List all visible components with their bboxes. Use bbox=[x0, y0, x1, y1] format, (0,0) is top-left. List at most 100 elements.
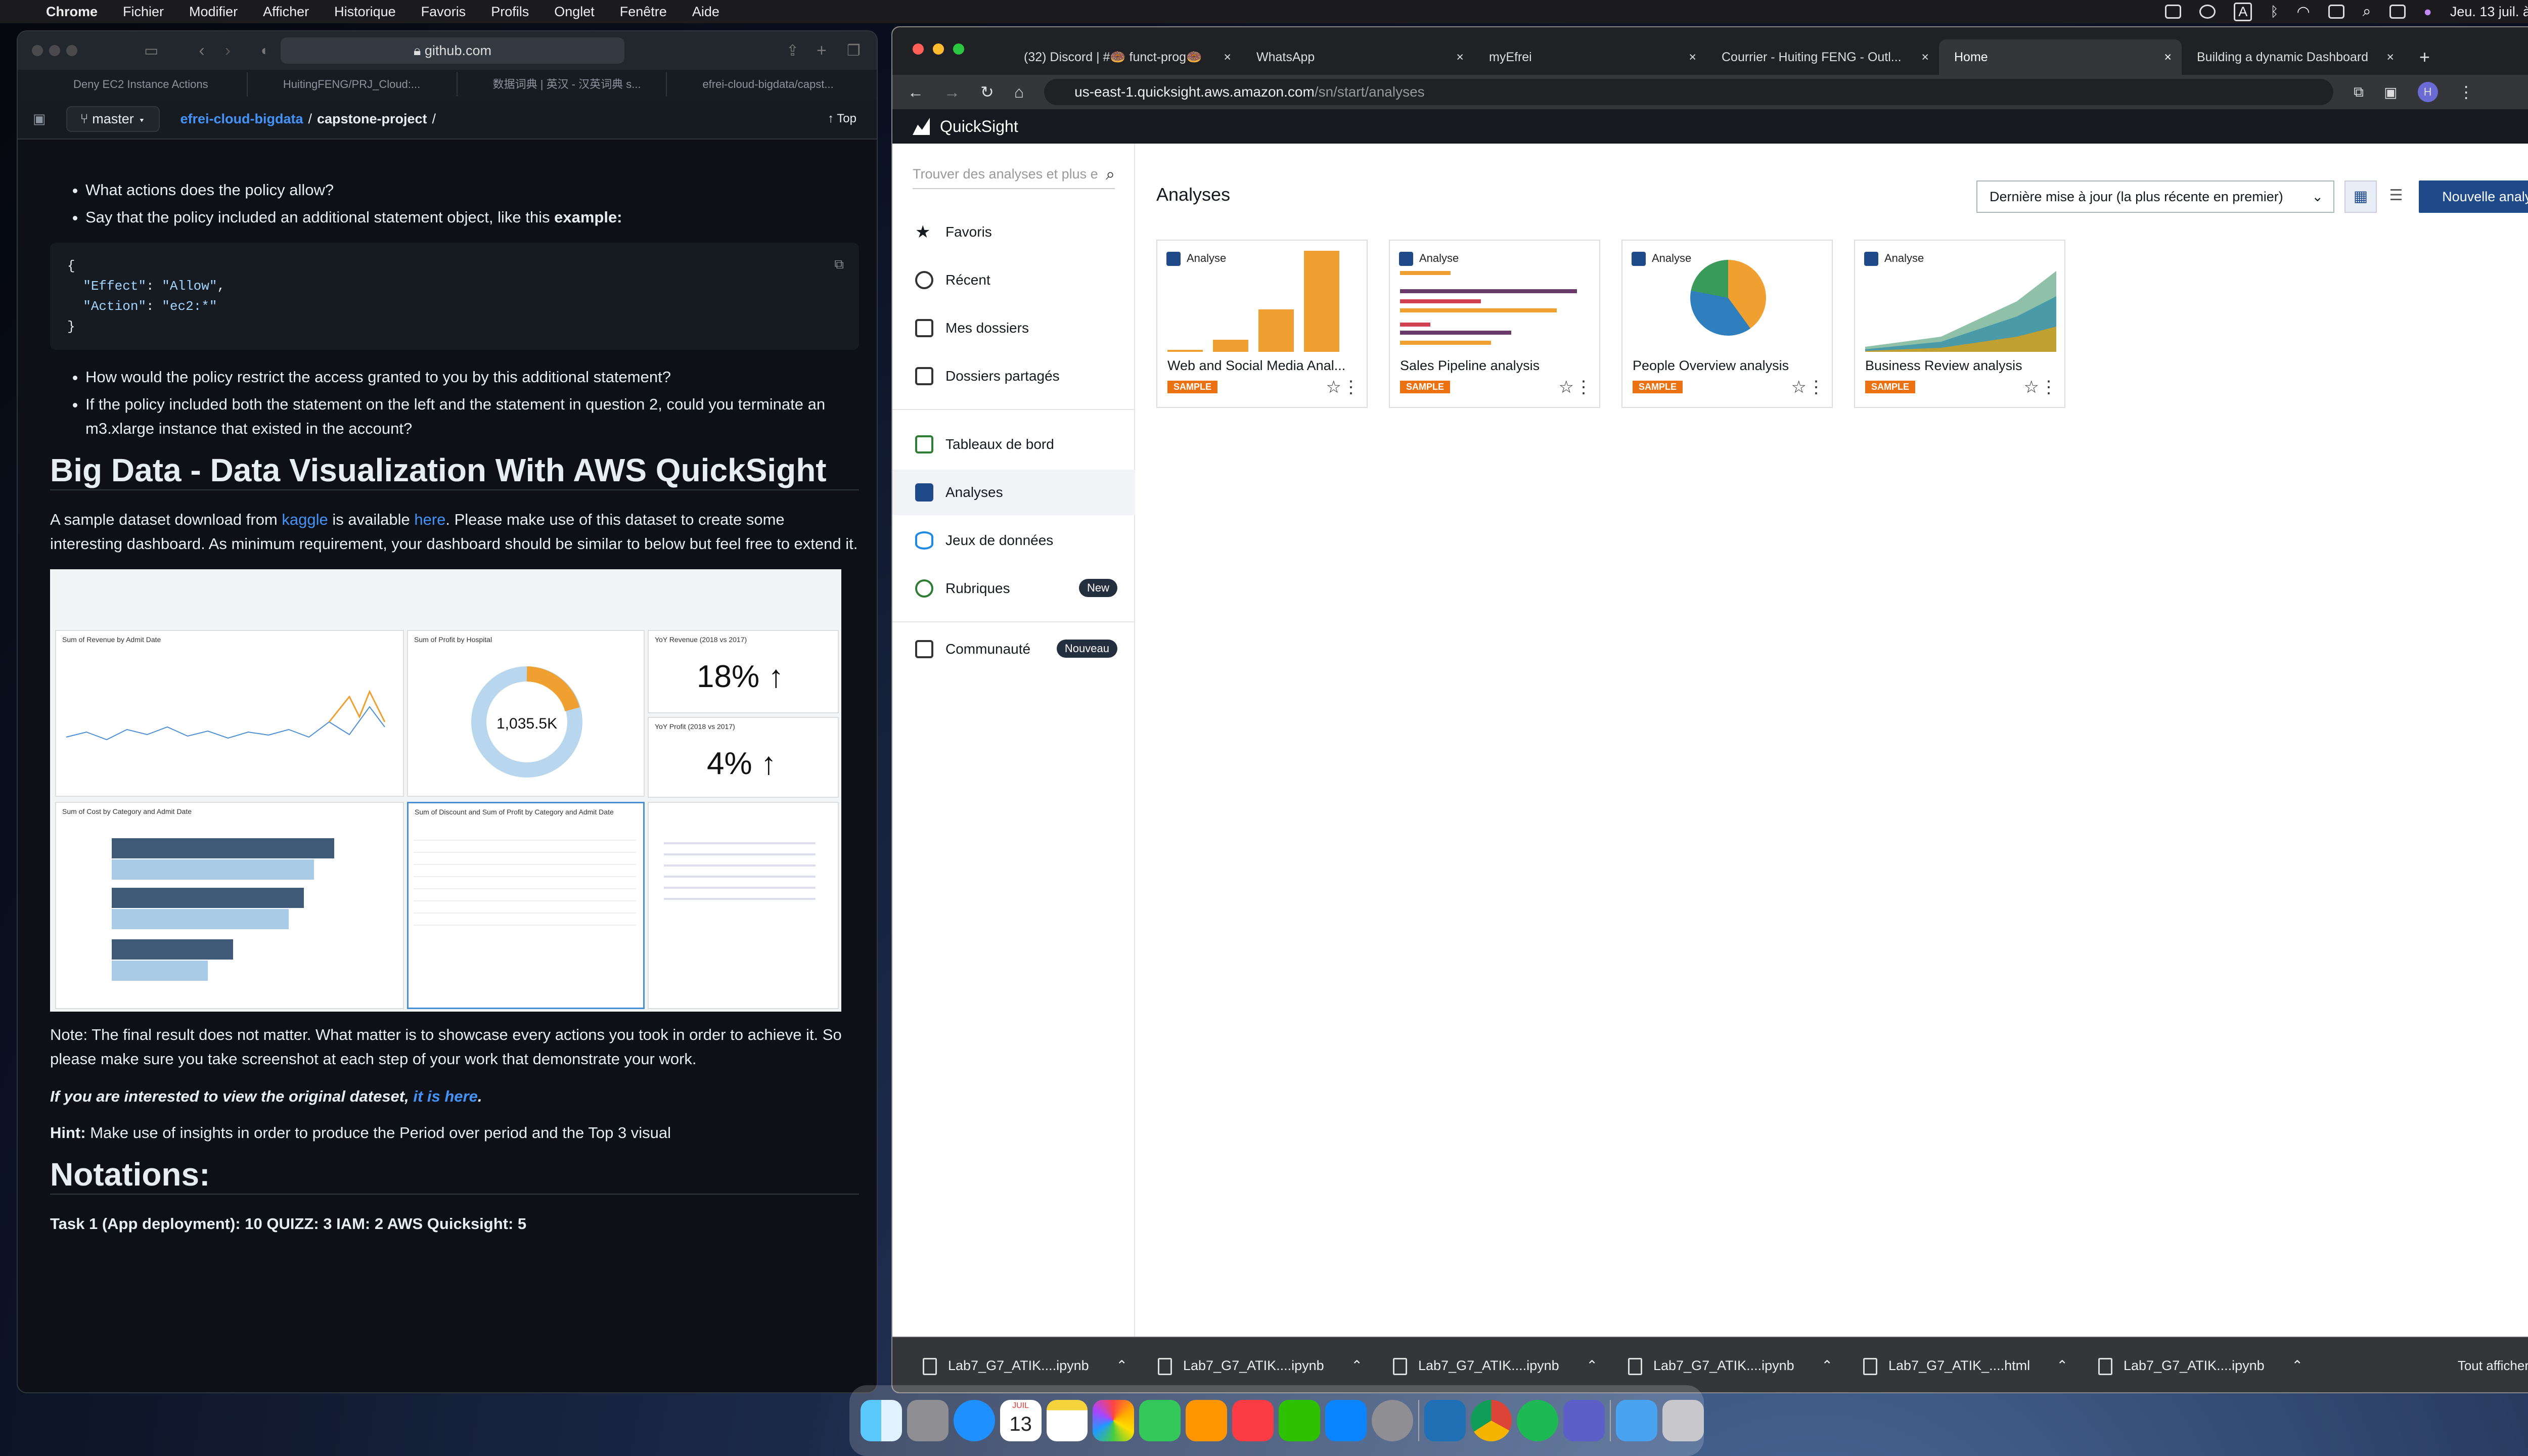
favorite-star-icon[interactable]: ☆ bbox=[2024, 377, 2039, 397]
new-tab-button[interactable]: + bbox=[2404, 39, 2440, 75]
quicksight-title[interactable]: QuickSight bbox=[940, 117, 1018, 136]
privacy-shield-icon[interactable]: ◐ bbox=[261, 42, 269, 59]
wifi-icon[interactable]: ◠ bbox=[2297, 3, 2310, 21]
system-settings-icon[interactable] bbox=[1371, 1400, 1413, 1441]
vscode-icon[interactable] bbox=[1424, 1400, 1466, 1441]
here-link[interactable]: here bbox=[414, 511, 445, 528]
chevron-up-icon[interactable]: ⌃ bbox=[2056, 1348, 2068, 1383]
left-tab[interactable]: HuitingFENG/PRJ_Cloud:... bbox=[263, 72, 458, 97]
file-tree-toggle-icon[interactable]: ▣ bbox=[33, 111, 46, 127]
analysis-card-web-social[interactable]: Analyse Web and Social Media Anal... SAM… bbox=[1156, 240, 1368, 408]
forward-icon[interactable]: → bbox=[944, 83, 960, 102]
notification-icon[interactable] bbox=[2389, 5, 2406, 19]
menu-historique[interactable]: Historique bbox=[322, 4, 409, 20]
new-analysis-button[interactable]: Nouvelle analyse bbox=[2419, 180, 2528, 213]
download-item[interactable]: Lab7_G7_ATIK_....html ⌃ bbox=[1858, 1348, 2093, 1383]
analysis-card-business-review[interactable]: Analyse Business Review analysis SAMPLE … bbox=[1854, 240, 2065, 408]
tab-home[interactable]: Home × bbox=[1939, 39, 2182, 75]
chrome-menu-icon[interactable]: ⋮ bbox=[2458, 82, 2474, 102]
chrome-icon[interactable] bbox=[1470, 1400, 1512, 1441]
menubar-clock[interactable]: Jeu. 13 juil. à 20:57 bbox=[2450, 4, 2528, 20]
sidebar-icon[interactable]: ▣ bbox=[2384, 84, 2397, 101]
minimize-window-button[interactable] bbox=[49, 45, 60, 56]
sidebar-item-dossiers-partages[interactable]: Dossiers partagés bbox=[892, 353, 1135, 399]
share-icon[interactable]: ⇪ bbox=[786, 42, 799, 60]
sidebar-item-rubriques[interactable]: Rubriques New bbox=[892, 566, 1135, 611]
left-tab[interactable]: Deny EC2 Instance Actions bbox=[53, 72, 248, 97]
kaggle-link[interactable]: kaggle bbox=[282, 511, 328, 528]
messages-icon[interactable] bbox=[1139, 1400, 1181, 1441]
breadcrumb-repo[interactable]: efrei-cloud-bigdata bbox=[180, 111, 303, 127]
sidebar-item-mes-dossiers[interactable]: Mes dossiers bbox=[892, 305, 1135, 351]
back-icon[interactable]: ← bbox=[908, 83, 924, 102]
copy-icon[interactable]: ⧉ bbox=[834, 255, 844, 275]
pages-icon[interactable] bbox=[1186, 1400, 1228, 1441]
left-tab[interactable]: efrei-cloud-bigdata/capst... bbox=[682, 72, 877, 97]
search-icon[interactable]: ⌕ bbox=[1106, 159, 1115, 189]
wechat-status-icon[interactable] bbox=[2165, 5, 2182, 19]
analysis-card-people-overview[interactable]: Analyse People Overview analysis SAMPLE … bbox=[1621, 240, 1833, 408]
sidebar-item-communaute[interactable]: Communauté Nouveau bbox=[892, 626, 1135, 672]
spotlight-search-icon[interactable]: ⌕ bbox=[2363, 3, 2371, 20]
tab-outlook[interactable]: Courrier - Huiting FENG - Outl... × bbox=[1706, 39, 1939, 75]
bluetooth-icon[interactable]: ᛒ bbox=[2270, 4, 2278, 20]
new-tab-icon[interactable]: + bbox=[817, 41, 827, 61]
search-input[interactable]: Trouver des analyses et plus e ⌕ bbox=[913, 159, 1115, 189]
close-tab-icon[interactable]: × bbox=[1456, 39, 1464, 75]
chevron-up-icon[interactable]: ⌃ bbox=[1351, 1348, 1363, 1383]
menu-afficher[interactable]: Afficher bbox=[250, 4, 322, 20]
close-window-button[interactable] bbox=[32, 45, 43, 56]
show-all-downloads-link[interactable]: Tout afficher bbox=[2458, 1358, 2528, 1374]
trash-icon[interactable] bbox=[1662, 1400, 1704, 1441]
music-icon[interactable] bbox=[1232, 1400, 1274, 1441]
close-window-button[interactable] bbox=[913, 43, 924, 55]
calendar-icon[interactable]: JUIL 13 bbox=[1000, 1400, 1042, 1441]
favorite-star-icon[interactable]: ☆ bbox=[1559, 377, 1574, 397]
download-item[interactable]: Lab7_G7_ATIK....ipynb ⌃ bbox=[1623, 1348, 1858, 1383]
download-item[interactable]: Lab7_G7_ATIK....ipynb ⌃ bbox=[1388, 1348, 1623, 1383]
launchpad-icon[interactable] bbox=[907, 1400, 949, 1441]
tab-overview-icon[interactable]: ❐ bbox=[847, 42, 861, 60]
branch-selector[interactable]: ⑂ master ▾ bbox=[66, 106, 160, 132]
chevron-up-icon[interactable]: ⌃ bbox=[1821, 1348, 1833, 1383]
close-tab-icon[interactable]: × bbox=[2386, 39, 2394, 75]
download-item[interactable]: Lab7_G7_ATIK....ipynb ⌃ bbox=[2093, 1348, 2328, 1383]
top-button[interactable]: ↑ Top bbox=[828, 112, 856, 126]
downloads-folder-icon[interactable] bbox=[1616, 1400, 1658, 1441]
profile-avatar[interactable]: H bbox=[2417, 82, 2438, 102]
minimize-window-button[interactable] bbox=[933, 43, 944, 55]
reload-icon[interactable]: ↻ bbox=[980, 82, 994, 102]
download-item[interactable]: Lab7_G7_ATIK....ipynb ⌃ bbox=[918, 1348, 1153, 1383]
wechat-icon[interactable] bbox=[1279, 1400, 1320, 1441]
favorite-star-icon[interactable]: ☆ bbox=[1791, 377, 1807, 397]
close-tab-icon[interactable]: × bbox=[1224, 39, 1231, 75]
sidebar-toggle-icon[interactable]: ▭ bbox=[144, 42, 158, 60]
sidebar-item-recent[interactable]: Récent bbox=[892, 257, 1135, 303]
siri-icon[interactable]: ● bbox=[2424, 4, 2432, 20]
left-tab[interactable]: 数据词典 | 英汉 - 汉英词典 s... bbox=[473, 72, 667, 97]
more-options-icon[interactable]: ⋮ bbox=[1575, 377, 1592, 397]
control-center-icon[interactable] bbox=[2328, 5, 2344, 19]
sidebar-item-favoris[interactable]: ★ Favoris bbox=[892, 209, 1135, 255]
sort-dropdown[interactable]: Dernière mise à jour (la plus récente en… bbox=[1976, 180, 2334, 213]
more-options-icon[interactable]: ⋮ bbox=[1808, 377, 1825, 397]
menu-fenetre[interactable]: Fenêtre bbox=[607, 4, 680, 20]
spotify-icon[interactable] bbox=[1517, 1400, 1559, 1441]
input-source-indicator[interactable]: A bbox=[2234, 2, 2252, 21]
play-status-icon[interactable] bbox=[2199, 5, 2216, 19]
close-tab-icon[interactable]: × bbox=[1921, 39, 1929, 75]
chevron-up-icon[interactable]: ⌃ bbox=[2291, 1348, 2303, 1383]
sidebar-item-tableaux-de-bord[interactable]: Tableaux de bord bbox=[892, 422, 1135, 467]
grid-view-button[interactable]: ▦ bbox=[2344, 180, 2377, 213]
tab-discord[interactable]: (32) Discord | #🍩 funct-prog🍩 × bbox=[1009, 39, 1241, 75]
menu-favoris[interactable]: Favoris bbox=[409, 4, 479, 20]
finder-icon[interactable] bbox=[861, 1400, 902, 1441]
extensions-icon[interactable]: ⧉ bbox=[2354, 84, 2364, 101]
more-options-icon[interactable]: ⋮ bbox=[2040, 377, 2057, 397]
close-tab-icon[interactable]: × bbox=[2164, 39, 2172, 75]
menu-app-name[interactable]: Chrome bbox=[33, 4, 110, 20]
close-tab-icon[interactable]: × bbox=[1689, 39, 1696, 75]
sidebar-item-jeux-de-donnees[interactable]: Jeux de données bbox=[892, 518, 1135, 563]
photos-icon[interactable] bbox=[1093, 1400, 1135, 1441]
safari-icon[interactable] bbox=[953, 1400, 995, 1441]
